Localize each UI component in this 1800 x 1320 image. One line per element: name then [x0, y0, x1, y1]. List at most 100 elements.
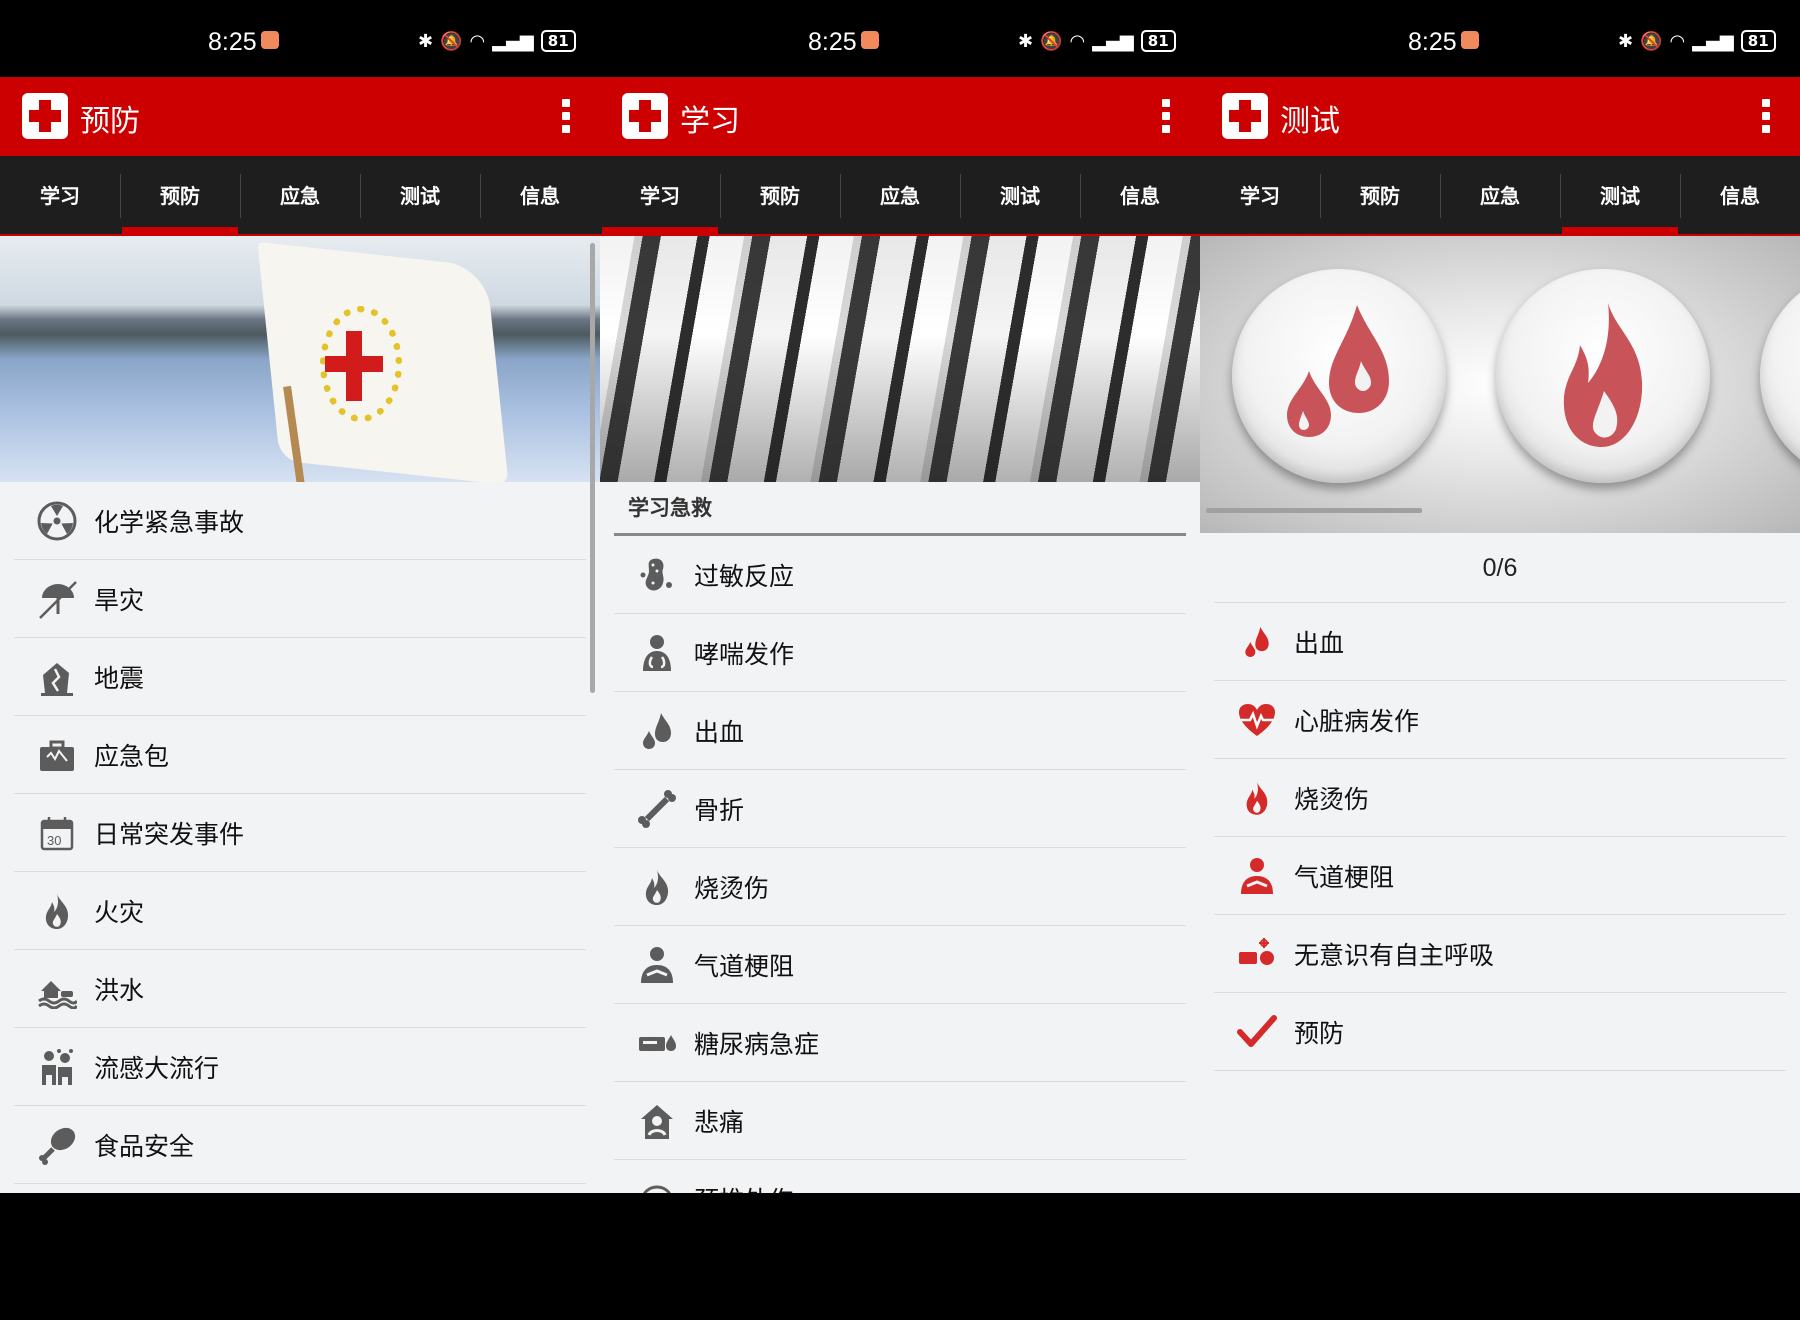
list-item[interactable]: 预防: [1214, 993, 1786, 1071]
list-item-label: 火灾: [94, 897, 145, 927]
quiz-next-button[interactable]: [1760, 269, 1800, 483]
status-icons: ✱ 🔕 ◠ ▂▄▆ 81: [1018, 30, 1176, 52]
overflow-menu-icon[interactable]: [562, 99, 570, 133]
list-item[interactable]: 无意识有自主呼吸: [1214, 915, 1786, 993]
list-item-label: 气道梗阻: [1294, 862, 1395, 892]
list-item[interactable]: 哮喘发作: [614, 614, 1186, 692]
list-item[interactable]: 化学紧急事故: [14, 482, 586, 560]
list-item[interactable]: 旱灾: [14, 560, 586, 638]
tab-info[interactable]: 信息: [1080, 156, 1200, 234]
hero-image-first-aid-training: [600, 236, 1200, 482]
list-item-label: 气道梗阻: [694, 951, 795, 981]
list-item[interactable]: 悲痛: [614, 1082, 1186, 1160]
flood-icon: [36, 968, 78, 1010]
tab-bar: 学习 预防 应急 测试 信息: [1200, 156, 1800, 236]
overflow-menu-icon[interactable]: [1762, 99, 1770, 133]
asthma-icon: [636, 632, 678, 674]
list-item[interactable]: 洪水: [14, 950, 586, 1028]
emergency-kit-icon: [36, 734, 78, 776]
page-title: 预防: [80, 104, 140, 139]
tab-test[interactable]: 测试: [1560, 156, 1680, 234]
tab-prevent[interactable]: 预防: [720, 156, 840, 234]
tab-emergency[interactable]: 应急: [840, 156, 960, 234]
app-bar: 测试: [1200, 77, 1800, 156]
scrollbar[interactable]: [590, 243, 595, 693]
tab-test[interactable]: 测试: [360, 156, 480, 234]
status-bar: 8:25 ✱ 🔕 ◠ ▂▄▆ 81: [600, 0, 1200, 77]
pandemic-people-icon: [36, 1046, 78, 1088]
blood-drop-icon: [1287, 305, 1389, 437]
overflow-menu-icon[interactable]: [1162, 99, 1170, 133]
bone-icon: [636, 788, 678, 830]
tab-learn[interactable]: 学习: [0, 156, 120, 234]
list-item[interactable]: 流感大流行: [14, 1028, 586, 1106]
list-item-label: 出血: [1294, 628, 1345, 658]
tab-prevent[interactable]: 预防: [1320, 156, 1440, 234]
list-item-label: 出血: [694, 717, 745, 747]
diabetes-icon: [636, 1022, 678, 1064]
fire-icon: [1563, 303, 1643, 447]
heart-icon: [1236, 699, 1278, 741]
list-item[interactable]: 骨折: [614, 770, 1186, 848]
tab-test[interactable]: 测试: [960, 156, 1080, 234]
list-item[interactable]: 地震: [14, 638, 586, 716]
battery-indicator: 81: [1140, 30, 1176, 52]
tab-emergency[interactable]: 应急: [240, 156, 360, 234]
bluetooth-icon: ✱: [1618, 30, 1634, 52]
page-title: 学习: [680, 104, 740, 139]
list-item[interactable]: 出血: [1214, 603, 1786, 681]
quiz-progress: 0/6: [1214, 533, 1786, 603]
calendar-icon: 30: [36, 812, 78, 854]
calendar-day: 30: [47, 832, 62, 848]
tab-learn[interactable]: 学习: [1200, 156, 1320, 234]
list-item[interactable]: 应急包: [14, 716, 586, 794]
quiz-bleeding-button[interactable]: [1232, 269, 1446, 483]
screen-prevention: 8:25 ✱ 🔕 ◠ ▂▄▆ 81 预防 学习 预防 应急 测试 信息 化学紧急…: [0, 0, 600, 1193]
signal-icon: ▂▄▆: [1692, 30, 1734, 52]
tab-bar: 学习 预防 应急 测试 信息: [0, 156, 600, 236]
wifi-icon: ◠: [469, 30, 486, 52]
bluetooth-icon: ✱: [1018, 30, 1034, 52]
tab-info[interactable]: 信息: [480, 156, 600, 234]
status-time: 8:25: [208, 28, 279, 57]
list-item-label: 过敏反应: [694, 561, 795, 591]
choking-icon: [1236, 855, 1278, 897]
list-item[interactable]: 心脏病发作: [1214, 681, 1786, 759]
list-item[interactable]: 30 日常突发事件: [14, 794, 586, 872]
list-item-label: 烧烫伤: [1294, 784, 1370, 814]
tab-emergency[interactable]: 应急: [1440, 156, 1560, 234]
list-item-label: 应急包: [94, 741, 170, 771]
list-item[interactable]: 过敏反应: [614, 536, 1186, 614]
list-item[interactable]: 气道梗阻: [614, 926, 1186, 1004]
list-item-label: 哮喘发作: [694, 639, 795, 669]
learn-list: 过敏反应 哮喘发作 出血 骨折 烧烫伤 气道梗阻 糖尿病急症 悲痛: [600, 536, 1200, 1193]
battery-indicator: 81: [540, 30, 576, 52]
tab-learn[interactable]: 学习: [600, 156, 720, 234]
tab-prevent[interactable]: 预防: [120, 156, 240, 234]
wifi-icon: ◠: [1669, 30, 1686, 52]
list-item-label: 旱灾: [94, 585, 145, 615]
status-time: 8:25: [1408, 28, 1479, 57]
carousel-indicator: [1206, 508, 1422, 513]
neck-injury-icon: [636, 1178, 678, 1193]
checkmark-icon: [1236, 1011, 1278, 1053]
list-item[interactable]: 出血: [614, 692, 1186, 770]
wifi-icon: ◠: [1069, 30, 1086, 52]
list-item[interactable]: 烧烫伤: [1214, 759, 1786, 837]
list-item[interactable]: 烧烫伤: [614, 848, 1186, 926]
list-item-label: 颈椎外伤: [694, 1181, 794, 1194]
status-icons: ✱ 🔕 ◠ ▂▄▆ 81: [1618, 30, 1776, 52]
list-item[interactable]: 糖尿病急症: [614, 1004, 1186, 1082]
list-item[interactable]: 火灾: [14, 872, 586, 950]
grief-icon: [636, 1100, 678, 1142]
screen-test: 8:25 ✱ 🔕 ◠ ▂▄▆ 81 测试 学习 预防 应急 测试 信息 0/6 …: [1200, 0, 1800, 1193]
prevention-list: 化学紧急事故 旱灾 地震 应急包 30 日常突发事件 火灾 洪水 流感大流行 食…: [0, 482, 600, 1184]
status-bar: 8:25 ✱ 🔕 ◠ ▂▄▆ 81: [1200, 0, 1800, 77]
quiz-burns-button[interactable]: [1496, 269, 1710, 483]
drought-umbrella-icon: [36, 578, 78, 620]
fire-icon: [636, 866, 678, 908]
tab-info[interactable]: 信息: [1680, 156, 1800, 234]
list-item[interactable]: 气道梗阻: [1214, 837, 1786, 915]
list-item[interactable]: 食品安全: [14, 1106, 586, 1184]
list-item[interactable]: 颈椎外伤: [614, 1160, 1186, 1193]
